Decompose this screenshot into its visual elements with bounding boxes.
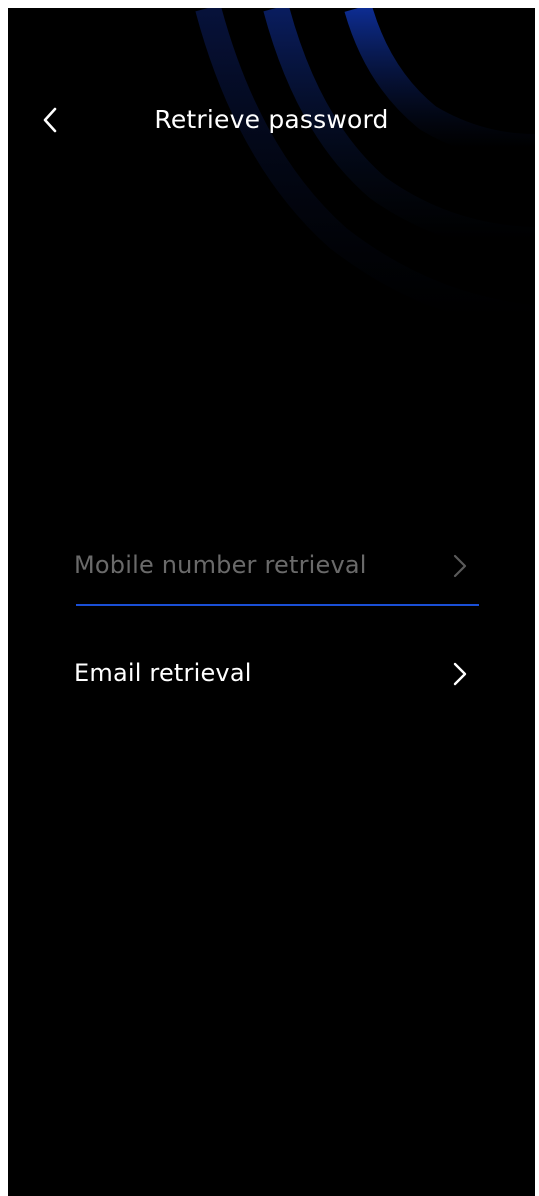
- screen: Retrieve password Mobile number retrieva…: [8, 8, 535, 1196]
- chevron-right-icon: [453, 554, 467, 578]
- page-title: Retrieve password: [154, 105, 389, 134]
- active-underline: [76, 604, 479, 606]
- decorative-arcs: [195, 8, 535, 331]
- header: Retrieve password: [8, 88, 535, 152]
- device-frame: Retrieve password Mobile number retrieva…: [0, 0, 539, 1196]
- chevron-right-icon: [453, 662, 467, 686]
- mobile-number-retrieval-label: Mobile number retrieval: [74, 551, 367, 579]
- mobile-number-retrieval-option[interactable]: Mobile number retrieval: [74, 534, 478, 604]
- email-retrieval-option[interactable]: Email retrieval: [74, 642, 478, 712]
- email-retrieval-label: Email retrieval: [74, 659, 252, 687]
